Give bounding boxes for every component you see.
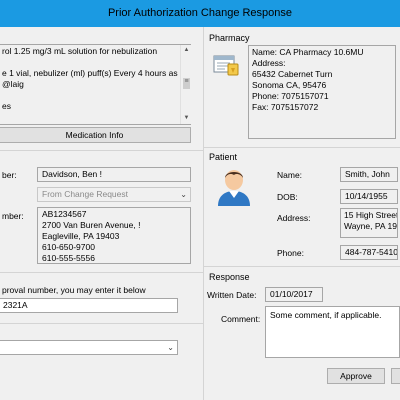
medication-info-button[interactable]: Medication Info [0,127,191,143]
comment-label: Comment: [221,314,261,324]
separator [0,150,203,151]
approve-button[interactable]: Approve [327,368,385,384]
written-date-label: Written Date: [207,290,257,300]
prescriber-detail-line: Eagleville, PA 19403 [42,231,120,241]
comment-text: Some comment, if applicable. [270,310,382,320]
approval-prompt: proval number, you may enter it below [2,285,146,295]
prescriber-detail-line: 610-555-5556 [42,253,95,263]
title-bar: Prior Authorization Change Response [0,0,400,27]
reason-select[interactable]: ⌄ [0,340,178,355]
separator [204,266,400,267]
patient-name-field[interactable]: Smith, John [340,167,398,182]
deny-button[interactable] [391,368,400,384]
medication-line: rol 1.25 mg/3 mL solution for nebulizati… [2,46,158,56]
patient-section-label: Patient [209,152,238,162]
medication-line [2,90,187,101]
patient-address-line: 15 High Street [344,210,398,220]
written-date-field[interactable]: 01/10/2017 [265,287,323,302]
pharmacy-detail-line: 65432 Cabernet Turn [252,69,333,79]
prescriber-details-box[interactable]: AB1234567 2700 Van Buren Avenue, ! Eagle… [37,207,191,264]
prescriber-name-label: ber: [2,170,17,180]
scroll-down-icon[interactable]: ▼ [181,113,192,124]
pharmacy-detail-line: Fax: 7075157072 [252,102,319,112]
patient-dob-label: DOB: [277,192,298,202]
patient-phone-label: Phone: [277,248,304,258]
prescriber-number-label: mber: [2,211,24,221]
separator [204,147,400,148]
window-title: Prior Authorization Change Response [107,7,293,19]
prescriber-source-value: From Change Request [42,189,128,199]
pharmacy-detail-line: Phone: 7075157071 [252,91,329,101]
patient-address-line: Wayne, PA 1905 [344,221,397,231]
pharmacy-detail-line: Sonoma CA, 95476 [252,80,327,90]
prescriber-detail-line: AB1234567 [42,209,87,219]
pharmacy-detail-line: Address: [252,58,286,68]
separator [0,272,203,273]
patient-avatar-icon [214,165,254,207]
scroll-thumb[interactable]: ≡ [183,78,190,89]
chevron-down-icon[interactable]: ⌄ [180,188,187,201]
chevron-down-icon[interactable]: ⌄ [167,341,174,354]
medication-box[interactable]: rol 1.25 mg/3 mL solution for nebulizati… [0,44,191,125]
patient-address-label: Address: [277,213,311,223]
patient-address-box[interactable]: 15 High Street Wayne, PA 1905 [340,208,398,238]
patient-dob-field[interactable]: 10/14/1955 [340,189,398,204]
pharmacy-details-box[interactable]: Name: CA Pharmacy 10.6MU Address: 65432 … [248,45,396,139]
prescriber-detail-line: 2700 Van Buren Avenue, ! [42,220,141,230]
medication-line: es [2,101,11,111]
panel-divider [203,27,204,400]
medication-scrollbar[interactable]: ▲ ≡ ▼ [180,45,191,124]
comment-textarea[interactable]: Some comment, if applicable. [265,306,400,358]
prescriber-detail-line: 610-650-9700 [42,242,95,252]
patient-phone-field[interactable]: 484-787-5410 [340,245,398,260]
medication-line: @laig [2,79,24,89]
patient-name-label: Name: [277,170,303,180]
prescriber-source-select[interactable]: From Change Request ⌄ [37,187,191,202]
prescriber-name-field[interactable]: Davidson, Ben ! [37,167,191,182]
scroll-up-icon[interactable]: ▲ [181,45,192,56]
medication-line: e 1 vial, nebulizer (ml) puff(s) Every 4… [2,68,178,78]
approval-number-input[interactable]: 2321A [0,298,178,313]
pharmacy-detail-line: Name: CA Pharmacy 10.6MU [252,47,364,57]
response-section-label: Response [209,272,250,282]
pharmacy-icon [213,53,241,77]
separator [0,323,203,324]
medication-line [2,57,187,68]
pharmacy-section-label: Pharmacy [209,33,250,43]
